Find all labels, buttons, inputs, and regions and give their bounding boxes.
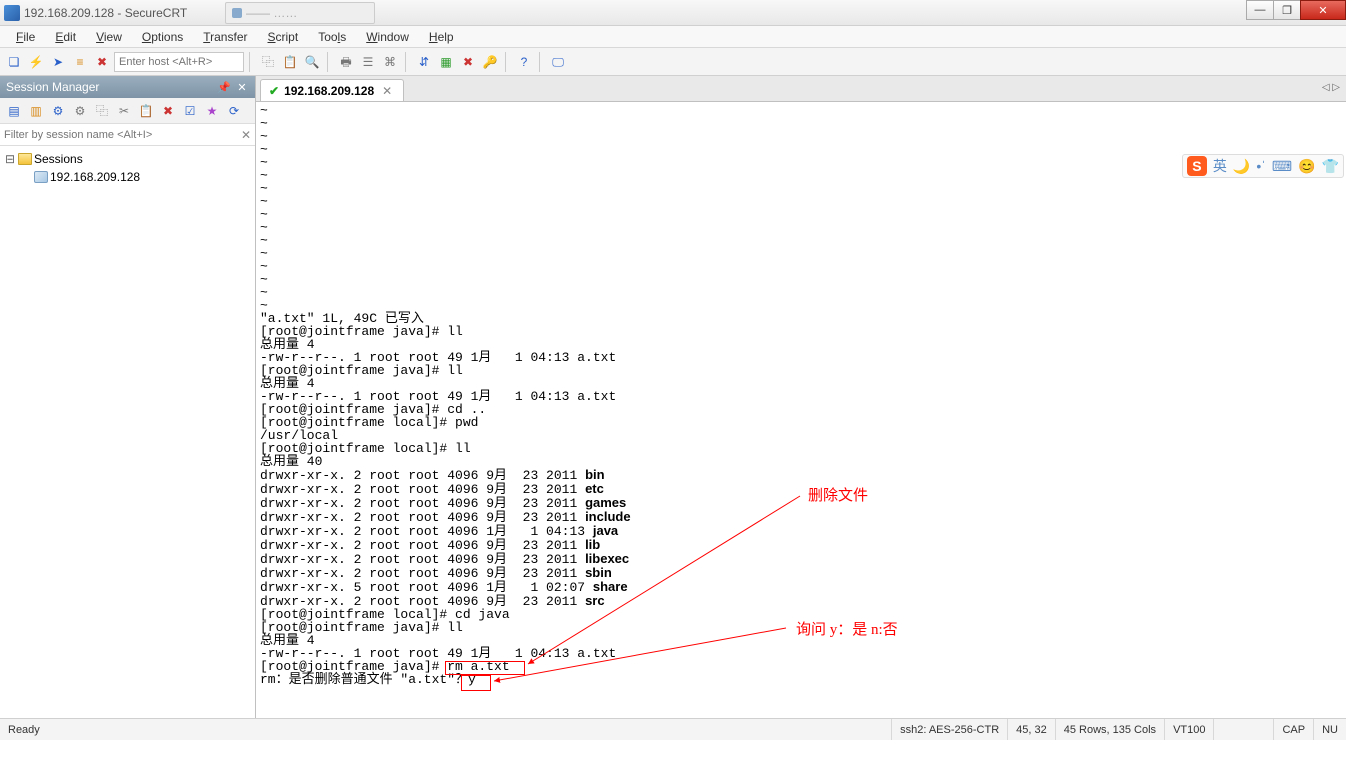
toolbar-properties-icon[interactable]: ⌘	[380, 52, 400, 72]
status-term-type: VT100	[1165, 719, 1214, 740]
toolbar-xfer-icon[interactable]: ⇵	[414, 52, 434, 72]
tree-root-label: Sessions	[34, 152, 83, 166]
sm-paste-icon[interactable]: 📋	[136, 101, 156, 121]
main-toolbar: ❏ ⚡ ➤ ≡ ✖ ⿻ 📋 🔍 🖶 ☰ ⌘ ⇵ ▦ ✖ 🔑 ? 🖵	[0, 48, 1346, 76]
ime-face-icon[interactable]: 😊	[1298, 158, 1315, 175]
toolbar-key-icon[interactable]: 🔑	[480, 52, 500, 72]
ime-skin-icon[interactable]: 👕	[1322, 158, 1339, 175]
menu-help[interactable]: Help	[419, 28, 464, 46]
tab-close-icon[interactable]: ✕	[379, 84, 395, 98]
toolbar-connect-icon[interactable]: ⚡	[26, 52, 46, 72]
toolbar-script-icon[interactable]: ▦	[436, 52, 456, 72]
toolbar-print-icon[interactable]: 🖶	[336, 52, 356, 72]
tab-menu-icon[interactable]: ◁ ▷	[1322, 82, 1340, 93]
menu-bar: File Edit View Options Transfer Script T…	[0, 26, 1346, 48]
sm-prop-icon[interactable]: ☑	[180, 101, 200, 121]
tree-session-label: 192.168.209.128	[50, 170, 140, 184]
toolbar-connectbar-icon[interactable]: ≡	[70, 52, 90, 72]
session-manager-panel: Session Manager 📌 ✕ ▤ ▥ ⚙ ⚙ ⿻ ✂ 📋 ✖ ☑ ★ …	[0, 76, 256, 718]
status-caps: CAP	[1274, 719, 1314, 740]
title-bar: —— …… 192.168.209.128 - SecureCRT — ❐ ✕	[0, 0, 1346, 26]
sm-fav-icon[interactable]: ★	[202, 101, 222, 121]
session-manager-header: Session Manager 📌 ✕	[0, 76, 255, 98]
toolbar-quickconnect-icon[interactable]: ➤	[48, 52, 68, 72]
tab-strip: ✔ 192.168.209.128 ✕ ◁ ▷	[256, 76, 1346, 102]
status-num: NU	[1314, 719, 1346, 740]
host-input[interactable]	[114, 52, 244, 72]
toolbar-sessions-icon[interactable]: ❏	[4, 52, 24, 72]
toolbar-paste-icon[interactable]: 📋	[280, 52, 300, 72]
menu-tools[interactable]: Tools	[308, 28, 356, 46]
sm-cut-icon[interactable]: ✂	[114, 101, 134, 121]
app-icon	[4, 5, 20, 21]
close-button[interactable]: ✕	[1300, 0, 1346, 20]
session-icon	[34, 171, 48, 183]
menu-options[interactable]: Options	[132, 28, 193, 46]
window-title: 192.168.209.128 - SecureCRT	[24, 6, 187, 20]
sm-conn-icon[interactable]: ⚙	[48, 101, 68, 121]
toolbar-find-icon[interactable]: 🔍	[302, 52, 322, 72]
tree-session-item[interactable]: 192.168.209.128	[4, 168, 251, 186]
tree-root[interactable]: ⊟ Sessions	[4, 150, 251, 168]
toolbar-monitor-icon[interactable]: 🖵	[548, 52, 568, 72]
session-tree[interactable]: ⊟ Sessions 192.168.209.128	[0, 146, 255, 718]
terminal[interactable]: ~ ~ ~ ~ ~ ~ ~ ~ ~ ~ ~ ~ ~ ~ ~ ~ "a.txt" …	[256, 102, 1346, 718]
menu-file[interactable]: File	[6, 28, 45, 46]
minimize-button[interactable]: —	[1246, 0, 1274, 20]
sm-delete-icon[interactable]: ✖	[158, 101, 178, 121]
toolbar-options-icon[interactable]: ☰	[358, 52, 378, 72]
sm-new-icon[interactable]: ▤	[4, 101, 24, 121]
menu-view[interactable]: View	[86, 28, 132, 46]
folder-icon	[18, 153, 32, 165]
background-tab: —— ……	[225, 2, 375, 24]
tab-connected-icon: ✔	[269, 84, 279, 98]
status-bar: Ready ssh2: AES-256-CTR 45, 32 45 Rows, …	[0, 718, 1346, 740]
ime-keyboard-icon[interactable]: ⌨	[1272, 158, 1292, 175]
session-manager-toolbar: ▤ ▥ ⚙ ⚙ ⿻ ✂ 📋 ✖ ☑ ★ ⟳	[0, 98, 255, 124]
ime-punct-icon[interactable]: •ˈ	[1256, 158, 1266, 174]
menu-window[interactable]: Window	[356, 28, 419, 46]
sm-copy-icon[interactable]: ⿻	[92, 101, 112, 121]
tree-collapse-icon[interactable]: ⊟	[4, 152, 16, 167]
toolbar-disconnect-icon[interactable]: ✖	[92, 52, 112, 72]
session-filter-input[interactable]	[0, 129, 237, 141]
menu-edit[interactable]: Edit	[45, 28, 86, 46]
status-cursor-pos: 45, 32	[1008, 719, 1056, 740]
maximize-button[interactable]: ❐	[1273, 0, 1301, 20]
menu-script[interactable]: Script	[258, 28, 309, 46]
sm-gearnew-icon[interactable]: ⚙	[70, 101, 90, 121]
menu-transfer[interactable]: Transfer	[193, 28, 257, 46]
tab-label: 192.168.209.128	[284, 84, 374, 98]
panel-pin-icon[interactable]: 📌	[217, 80, 231, 94]
session-filter: ✕	[0, 124, 255, 146]
sm-folder-icon[interactable]: ▥	[26, 101, 46, 121]
status-term-size: 45 Rows, 135 Cols	[1056, 719, 1165, 740]
session-filter-clear-icon[interactable]: ✕	[237, 128, 255, 142]
status-ssh: ssh2: AES-256-CTR	[892, 719, 1008, 740]
terminal-tab[interactable]: ✔ 192.168.209.128 ✕	[260, 79, 404, 101]
toolbar-copy-icon[interactable]: ⿻	[258, 52, 278, 72]
toolbar-tools-icon[interactable]: ✖	[458, 52, 478, 72]
panel-close-icon[interactable]: ✕	[235, 80, 249, 94]
ime-sogou-icon[interactable]: S	[1187, 156, 1207, 176]
status-ready: Ready	[0, 719, 892, 740]
ime-moon-icon[interactable]: 🌙	[1233, 158, 1250, 175]
ime-toolbar[interactable]: S 英 🌙 •ˈ ⌨ 😊 👕	[1182, 154, 1344, 178]
sm-refresh-icon[interactable]: ⟳	[224, 101, 244, 121]
session-manager-title: Session Manager	[6, 80, 99, 94]
toolbar-help-icon[interactable]: ?	[514, 52, 534, 72]
ime-lang[interactable]: 英	[1213, 156, 1227, 176]
